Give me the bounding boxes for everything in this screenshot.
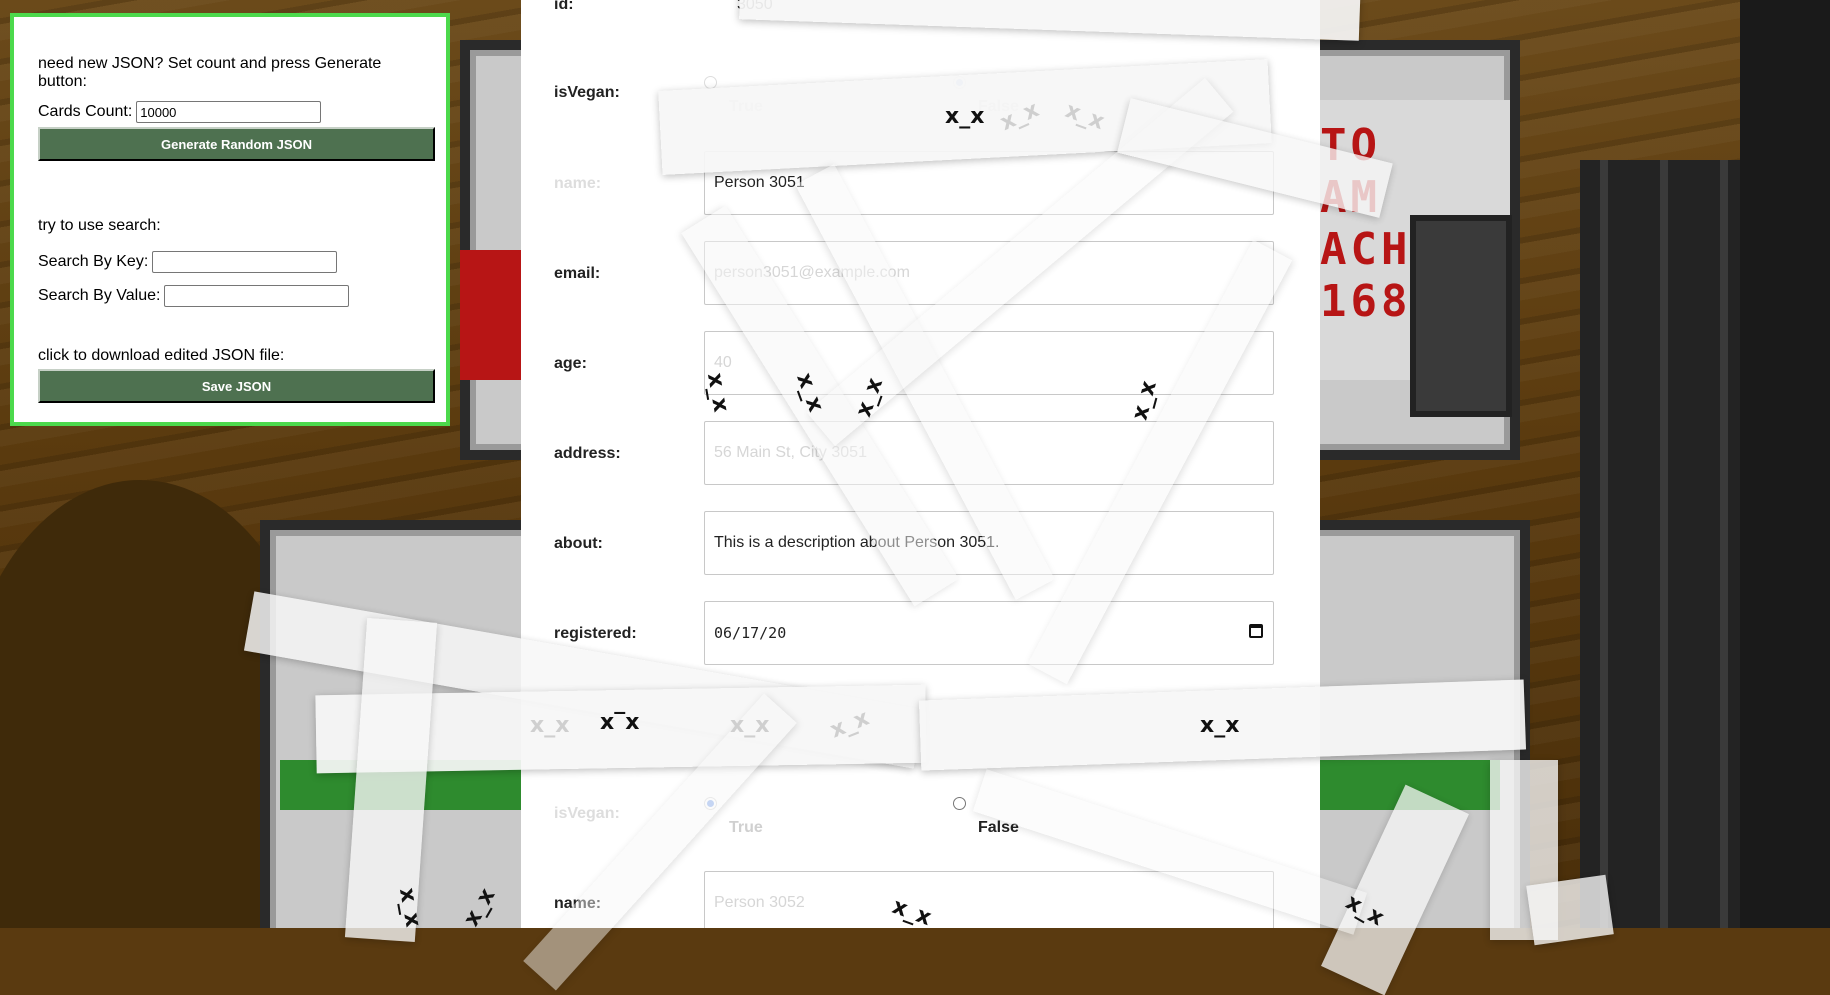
- radio-true[interactable]: True: [704, 76, 804, 126]
- radio-false-label: False: [978, 98, 1019, 115]
- search-value-input[interactable]: [164, 285, 350, 307]
- search-key-label: Search By Key:: [38, 253, 149, 270]
- name-input[interactable]: Person 3051: [704, 151, 1274, 215]
- cards-count-input[interactable]: [136, 101, 322, 123]
- email-key: email:: [554, 265, 601, 282]
- radio-true-circle[interactable]: [704, 76, 717, 89]
- registered-key: registered:: [554, 625, 637, 642]
- search-hint: try to use search:: [38, 217, 161, 234]
- cards-count-label: Cards Count:: [38, 103, 133, 120]
- card2-field-id: 3051: [554, 708, 1294, 774]
- card2-radio-true[interactable]: True: [704, 797, 804, 847]
- id-key: id:: [554, 0, 574, 13]
- field-about: about: This is a description about Perso…: [554, 511, 1294, 577]
- search-value-label: Search By Value:: [38, 287, 161, 304]
- card2-isvegan-key: isVegan:: [554, 805, 620, 822]
- registered-value: 06/17/20: [714, 624, 787, 642]
- field-id: id: 3050: [554, 0, 1294, 62]
- card2-field-name: name: Person 3052: [554, 871, 1294, 928]
- registered-input[interactable]: 06/17/20: [704, 601, 1274, 665]
- save-json-button[interactable]: Save JSON: [38, 369, 435, 403]
- generate-hint: need new JSON? Set count and press Gener…: [38, 55, 382, 90]
- address-key: address:: [554, 445, 621, 462]
- field-email: email: person3051@example.com: [554, 241, 1294, 307]
- card2-radio-true-circle[interactable]: [704, 797, 717, 810]
- age-key: age:: [554, 355, 587, 372]
- dark-wall: [1740, 0, 1830, 928]
- card2-id-value: 3051: [737, 708, 773, 725]
- json-card-list: id: 3050 isVegan: True False name: Perso…: [521, 0, 1320, 928]
- card2-name-input[interactable]: Person 3052: [704, 871, 1274, 928]
- card2-radio-false[interactable]: False: [953, 797, 1053, 847]
- calendar-icon[interactable]: [1249, 624, 1263, 638]
- card2-radio-false-label: False: [978, 819, 1019, 836]
- radio-false[interactable]: False: [953, 76, 1053, 126]
- card2-name-key: name:: [554, 895, 602, 912]
- field-name: name: Person 3051: [554, 151, 1294, 217]
- door: [1410, 215, 1512, 417]
- about-key: about:: [554, 535, 603, 552]
- field-isvegan: isVegan: True False: [554, 76, 1294, 150]
- name-key: name:: [554, 175, 602, 192]
- download-hint: click to download edited JSON file:: [38, 347, 285, 364]
- card2-field-isvegan: isVegan: True False: [554, 797, 1294, 871]
- radio-false-circle[interactable]: [953, 76, 966, 89]
- address-input[interactable]: 56 Main St, City 3051: [704, 421, 1274, 485]
- generate-json-button[interactable]: Generate Random JSON: [38, 127, 435, 161]
- card2-radio-true-label: True: [729, 819, 763, 836]
- age-input[interactable]: 40: [704, 331, 1274, 395]
- field-address: address: 56 Main St, City 3051: [554, 421, 1294, 487]
- field-age: age: 40: [554, 331, 1294, 397]
- field-registered: registered: 06/17/20: [554, 601, 1294, 667]
- control-panel: need new JSON? Set count and press Gener…: [10, 13, 450, 426]
- id-value: 3050: [737, 0, 773, 13]
- isvegan-key: isVegan:: [554, 84, 620, 101]
- card2-radio-false-circle[interactable]: [953, 797, 966, 810]
- radio-true-label: True: [729, 98, 763, 115]
- about-input[interactable]: This is a description about Person 3051.: [704, 511, 1274, 575]
- search-key-input[interactable]: [152, 251, 338, 273]
- email-input[interactable]: person3051@example.com: [704, 241, 1274, 305]
